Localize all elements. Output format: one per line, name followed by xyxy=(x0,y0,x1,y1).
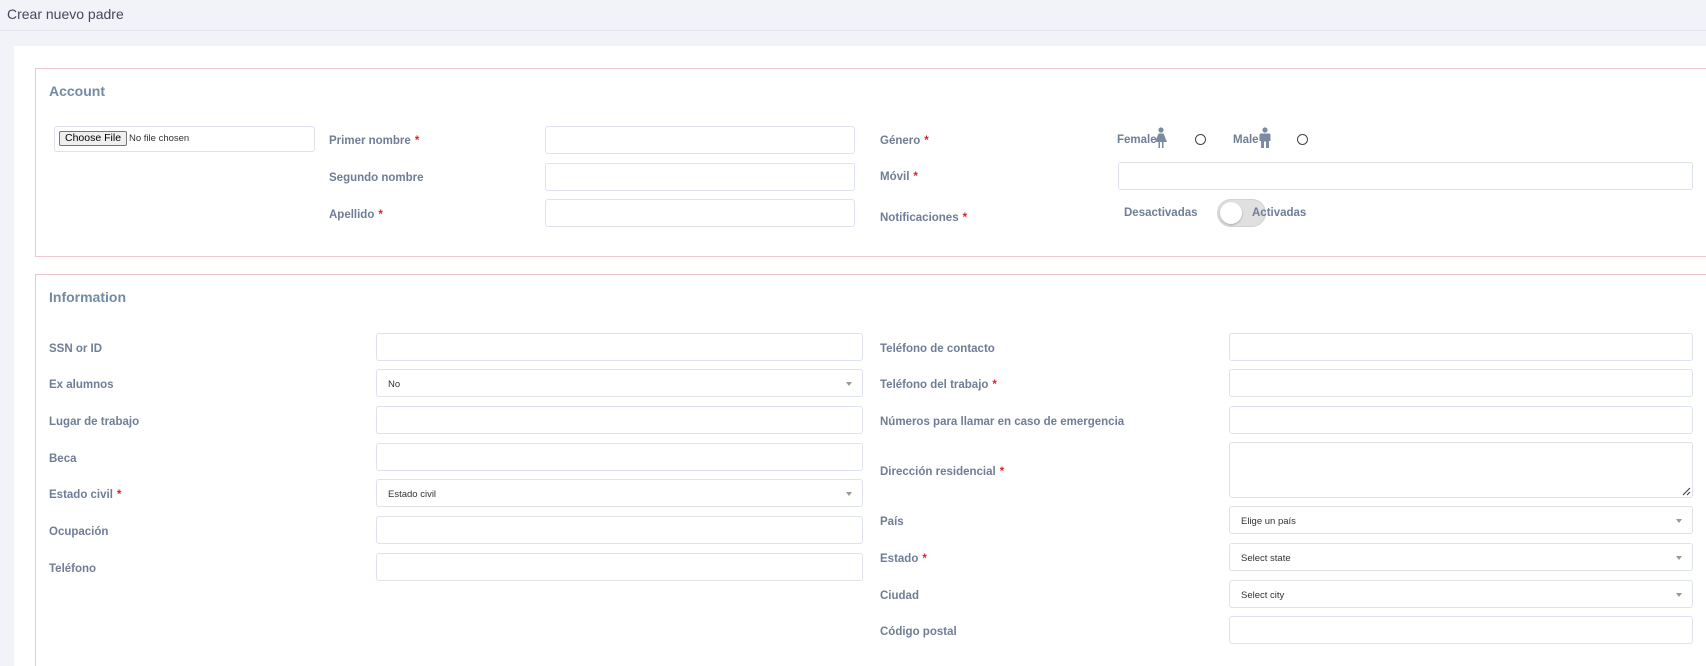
marital-status-select-value: Estado civil xyxy=(388,489,437,500)
emergency-numbers-label: Números para llamar en caso de emergenci… xyxy=(880,416,1125,428)
choose-file-button[interactable]: Choose File xyxy=(59,131,128,146)
first-name-label: Primer nombre * xyxy=(329,135,420,147)
scholarship-input[interactable] xyxy=(376,443,863,471)
marital-status-label: Estado civil * xyxy=(49,489,122,501)
page-header: Crear nuevo padre xyxy=(0,0,1706,31)
notifications-off-label: Desactivadas xyxy=(1124,207,1198,219)
zip-code-label: Código postal xyxy=(880,626,957,638)
city-select-value: Select city xyxy=(1241,590,1285,601)
city-select[interactable]: Select city xyxy=(1229,580,1693,608)
information-section-title: Information xyxy=(49,289,126,305)
address-textarea[interactable] xyxy=(1229,442,1693,498)
ssn-input[interactable] xyxy=(376,333,863,361)
male-label: Male xyxy=(1233,134,1259,146)
address-field[interactable] xyxy=(1229,442,1693,498)
workplace-label: Lugar de trabajo xyxy=(49,416,140,428)
gender-label: Género * xyxy=(880,135,929,147)
resize-handle-icon[interactable] xyxy=(1682,487,1691,496)
country-label: País xyxy=(880,516,904,528)
work-phone-input[interactable] xyxy=(1229,369,1693,397)
alumni-select-value: No xyxy=(388,379,401,390)
ssn-label: SSN or ID xyxy=(49,343,103,355)
middle-name-label: Segundo nombre xyxy=(329,172,424,184)
toggle-knob[interactable] xyxy=(1220,202,1242,224)
female-label: Female xyxy=(1117,134,1157,146)
male-radio[interactable] xyxy=(1297,134,1308,145)
first-name-input[interactable] xyxy=(545,126,855,154)
workplace-input[interactable] xyxy=(376,406,863,434)
state-select-value: Select state xyxy=(1241,553,1291,564)
phone-label: Teléfono xyxy=(49,563,97,575)
country-select-value: Elige un país xyxy=(1241,516,1296,527)
middle-name-input[interactable] xyxy=(545,163,855,191)
last-name-input[interactable] xyxy=(545,199,855,227)
chevron-down-icon xyxy=(1676,556,1682,560)
file-status-text: No file chosen xyxy=(129,133,190,144)
marital-status-select[interactable]: Estado civil xyxy=(376,479,863,507)
work-phone-label: Teléfono del trabajo * xyxy=(880,379,997,391)
chevron-down-icon xyxy=(846,492,852,496)
account-section-title: Account xyxy=(49,83,105,99)
contact-phone-label: Teléfono de contacto xyxy=(880,343,995,355)
mobile-label: Móvil * xyxy=(880,171,918,183)
occupation-label: Ocupación xyxy=(49,526,109,538)
female-icon xyxy=(1155,127,1167,148)
female-radio[interactable] xyxy=(1195,134,1206,145)
notifications-on-label: Activadas xyxy=(1252,207,1307,219)
notifications-label: Notificaciones * xyxy=(880,212,968,224)
phone-input[interactable] xyxy=(376,553,863,581)
zip-code-input[interactable] xyxy=(1229,616,1693,644)
mobile-input[interactable] xyxy=(1118,162,1693,190)
address-label: Dirección residencial * xyxy=(880,466,1005,478)
page-title: Crear nuevo padre xyxy=(7,6,124,22)
chevron-down-icon xyxy=(1676,593,1682,597)
chevron-down-icon xyxy=(846,382,852,386)
state-select[interactable]: Select state xyxy=(1229,543,1693,571)
occupation-input[interactable] xyxy=(376,516,863,544)
emergency-numbers-input[interactable] xyxy=(1229,406,1693,434)
alumni-label: Ex alumnos xyxy=(49,379,114,391)
country-select[interactable]: Elige un país xyxy=(1229,506,1693,534)
city-label: Ciudad xyxy=(880,590,919,602)
alumni-select[interactable]: No xyxy=(376,369,863,397)
contact-phone-input[interactable] xyxy=(1229,333,1693,361)
scholarship-label: Beca xyxy=(49,453,77,465)
photo-file-input[interactable]: Choose File No file chosen xyxy=(54,126,315,152)
state-label: Estado * xyxy=(880,553,927,565)
chevron-down-icon xyxy=(1676,519,1682,523)
male-icon xyxy=(1259,127,1271,148)
last-name-label: Apellido * xyxy=(329,209,383,221)
